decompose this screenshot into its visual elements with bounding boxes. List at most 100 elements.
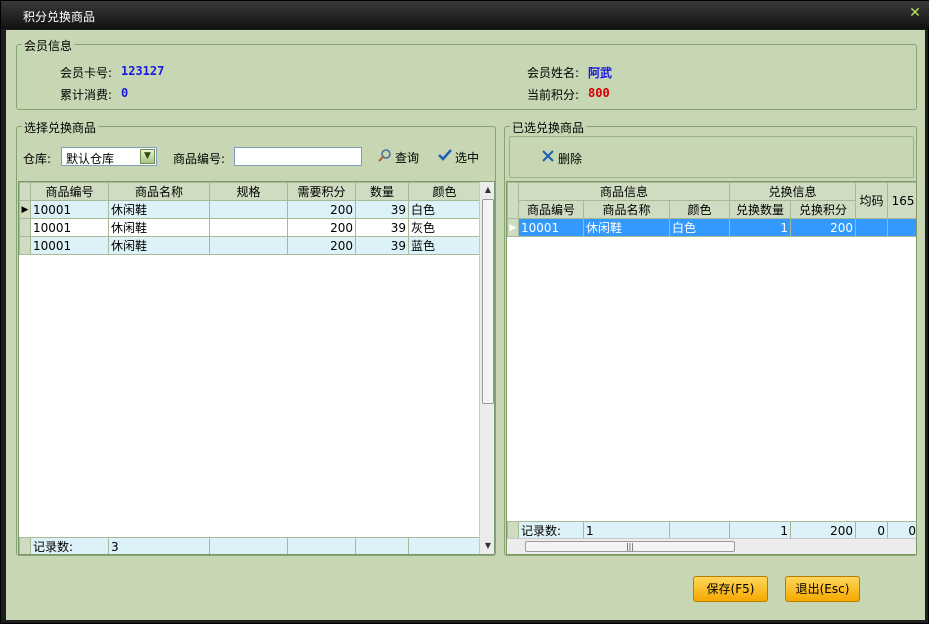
code-label: 商品编号: (173, 152, 226, 166)
footer-label: 记录数: (518, 521, 584, 540)
select-goods-legend: 选择兑换商品 (22, 119, 99, 136)
goods-grid: 商品编号 商品名称 规格 需要积分 数量 颜色 ▶ 10001 休闲鞋 200 … (18, 181, 495, 555)
cell[interactable]: 39 (355, 218, 409, 237)
member-info-legend: 会员信息 (22, 37, 75, 54)
query-button[interactable]: 查询 (377, 148, 419, 168)
cell[interactable]: 休闲鞋 (108, 236, 210, 255)
save-button[interactable]: 保存(F5) (693, 576, 768, 602)
chosen-goods-group: 已选兑换商品 删除 商品信息 兑换信息 均码 165 商品编号 商品名称 颜色 … (504, 119, 917, 556)
horizontal-scrollbar[interactable]: ||| (507, 538, 916, 554)
footer-cell (209, 537, 288, 554)
warehouse-select[interactable]: 默认仓库 ▼ (61, 147, 157, 166)
footer-cell (669, 521, 730, 540)
col-header[interactable]: 商品名称 (108, 182, 210, 201)
cell[interactable]: 10001 (518, 218, 584, 237)
cell[interactable] (209, 200, 288, 219)
footer-cell: 1 (729, 521, 791, 540)
member-info-group: 会员信息 会员卡号: 123127 累计消费: 0 会员姓名: 阿武 当前积分:… (16, 37, 917, 110)
footer-cell (408, 537, 481, 554)
row-indicator (507, 521, 519, 540)
col-header[interactable]: 165 (887, 182, 916, 219)
close-icon[interactable]: ✕ (908, 6, 922, 20)
points-value: 800 (588, 86, 610, 100)
exchange-dialog: 积分兑换商品 ✕ 会员信息 会员卡号: 123127 累计消费: 0 会员姓名:… (0, 0, 929, 624)
delete-button[interactable]: 删除 (540, 149, 582, 169)
chevron-down-icon[interactable]: ▼ (140, 149, 155, 164)
row-indicator (19, 236, 31, 255)
select-goods-group: 选择兑换商品 仓库: 默认仓库 ▼ 商品编号: 查询 选中 商品编号 商品名称 … (16, 119, 496, 556)
code-input[interactable] (234, 147, 362, 166)
cell[interactable]: 休闲鞋 (108, 200, 210, 219)
row-indicator (19, 537, 31, 554)
group-header: 兑换信息 (728, 182, 857, 201)
cell[interactable]: 10001 (30, 200, 109, 219)
col-header[interactable]: 数量 (355, 182, 409, 201)
chosen-goods-legend: 已选兑换商品 (510, 119, 587, 136)
cell[interactable]: 10001 (30, 218, 109, 237)
delete-x-icon (540, 149, 556, 166)
pick-label: 选中 (455, 151, 480, 165)
name-value: 阿武 (588, 66, 613, 80)
row-indicator-header (507, 182, 519, 219)
col-header[interactable]: 商品名称 (583, 200, 670, 219)
dialog-body: 会员信息 会员卡号: 123127 累计消费: 0 会员姓名: 阿武 当前积分:… (6, 30, 925, 620)
cell[interactable]: 灰色 (408, 218, 481, 237)
cell[interactable]: 白色 (669, 218, 730, 237)
vertical-scrollbar[interactable]: ▲ ▼ (479, 182, 494, 554)
cell[interactable]: 39 (355, 236, 409, 255)
table-row[interactable]: 10001 休闲鞋 200 39 蓝色 (19, 236, 481, 255)
current-row-icon: ▶ (507, 218, 519, 237)
footer-cell (355, 537, 409, 554)
scroll-thumb[interactable]: ||| (525, 541, 735, 552)
cell[interactable]: 200 (287, 218, 356, 237)
pick-button[interactable]: 选中 (437, 148, 479, 168)
cell[interactable]: 蓝色 (408, 236, 481, 255)
cell[interactable]: 休闲鞋 (583, 218, 670, 237)
cell[interactable]: 200 (287, 236, 356, 255)
col-header[interactable]: 兑换积分 (789, 200, 857, 219)
goods-table: 商品编号 商品名称 规格 需要积分 数量 颜色 ▶ 10001 休闲鞋 200 … (19, 182, 481, 255)
cell[interactable]: 白色 (408, 200, 481, 219)
name-label: 会员姓名: (527, 66, 580, 80)
cell[interactable]: 休闲鞋 (108, 218, 210, 237)
scroll-thumb[interactable] (482, 199, 494, 404)
col-header[interactable]: 需要积分 (287, 182, 356, 201)
footer-cell: 200 (790, 521, 856, 540)
footer-cell (287, 537, 356, 554)
footer-count: 3 (108, 537, 210, 554)
row-indicator (19, 218, 31, 237)
col-header[interactable]: 颜色 (669, 200, 730, 219)
cell[interactable] (855, 218, 889, 237)
goods-footer: 记录数: 3 (19, 537, 481, 554)
col-header[interactable]: 商品编号 (518, 200, 584, 219)
chosen-table: 商品信息 兑换信息 均码 165 商品编号 商品名称 颜色 兑换数量 兑换积分 … (507, 182, 916, 237)
col-header[interactable]: 均码 (855, 182, 889, 219)
query-label: 查询 (395, 151, 420, 165)
chosen-grid: 商品信息 兑换信息 均码 165 商品编号 商品名称 颜色 兑换数量 兑换积分 … (506, 181, 917, 555)
title-bar: 积分兑换商品 ✕ (1, 1, 929, 29)
spend-value: 0 (121, 86, 129, 100)
table-row[interactable]: 10001 休闲鞋 200 39 灰色 (19, 218, 481, 237)
table-row[interactable]: ▶ 10001 休闲鞋 白色 1 200 (507, 218, 916, 237)
footer-cell: 0 (887, 521, 916, 540)
card-value: 123127 (121, 64, 165, 78)
card-label: 会员卡号: (60, 66, 113, 80)
cell[interactable]: 1 (729, 218, 791, 237)
col-header[interactable]: 规格 (209, 182, 288, 201)
scroll-up-icon[interactable]: ▲ (480, 182, 494, 198)
cell[interactable]: 200 (287, 200, 356, 219)
cell[interactable] (887, 218, 916, 237)
spend-label: 累计消费: (60, 88, 113, 102)
cell[interactable]: 39 (355, 200, 409, 219)
cell[interactable]: 200 (789, 218, 857, 237)
cell[interactable] (209, 218, 288, 237)
scroll-down-icon[interactable]: ▼ (480, 538, 494, 554)
cell[interactable]: 10001 (30, 236, 109, 255)
col-header[interactable]: 商品编号 (30, 182, 109, 201)
cell[interactable] (209, 236, 288, 255)
table-row[interactable]: ▶ 10001 休闲鞋 200 39 白色 (19, 200, 481, 219)
exit-button[interactable]: 退出(Esc) (785, 576, 860, 602)
col-header[interactable]: 颜色 (408, 182, 481, 201)
warehouse-label: 仓库: (23, 152, 52, 166)
col-header[interactable]: 兑换数量 (729, 200, 791, 219)
